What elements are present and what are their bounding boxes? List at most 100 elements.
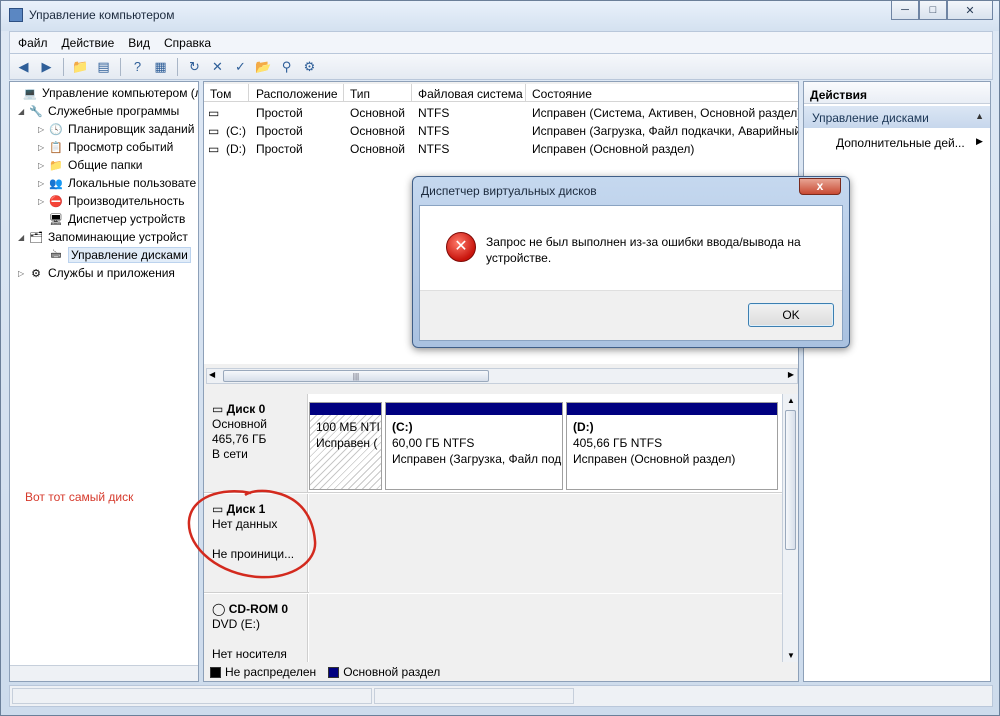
partition-d[interactable]: (D:) 405,66 ГБ NTFS Исправен (Основной р… <box>566 402 778 490</box>
expand-arrow-icon[interactable]: ▷ <box>38 161 48 170</box>
collapse-arrow-icon[interactable]: ◢ <box>18 233 28 242</box>
volume-status: Исправен (Загрузка, Файл подкачки, Авари… <box>532 124 798 138</box>
partition-status: Исправен (Загрузка, Файл под <box>392 452 562 466</box>
partition-system-reserved[interactable]: 100 МБ NTI Исправен ( <box>309 402 382 490</box>
back-arrow-icon[interactable]: ◀ <box>14 57 33 76</box>
expand-arrow-icon[interactable]: ▷ <box>38 179 48 188</box>
volume-drive-icon: ▭ <box>208 124 220 138</box>
maximize-button[interactable]: □ <box>919 1 947 20</box>
close-button[interactable]: ✕ <box>947 1 993 20</box>
cdrom-0-drive: DVD (E:) <box>212 617 260 631</box>
tree-item-task-scheduler[interactable]: ▷ 🕓 Планировщик заданий <box>38 120 194 138</box>
volume-name[interactable]: (D:) <box>226 142 246 156</box>
partition-size: 60,00 ГБ NTFS <box>392 436 475 450</box>
tools-icon: 🔧 <box>29 105 43 118</box>
tree-item-storage[interactable]: ◢ 🗂 Запоминающие устройст <box>18 228 188 246</box>
menu-file[interactable]: Файл <box>18 36 48 50</box>
delete-icon[interactable]: ✕ <box>208 57 227 76</box>
legend-primary-swatch <box>328 666 340 678</box>
services-icon: ⚙ <box>31 267 41 280</box>
cdrom-0-label[interactable]: ◯ CD-ROM 0 DVD (E:) Нет носителя <box>204 594 308 662</box>
tree-item-local-users[interactable]: ▷ 👥 Локальные пользовате <box>38 174 196 192</box>
volume-list-horizontal-scrollbar[interactable]: ◀ ||| ▶ <box>206 368 798 384</box>
volume-type: Основной <box>350 142 406 156</box>
volume-filesystem: NTFS <box>418 124 450 138</box>
partition-letter: (C:) <box>392 420 413 434</box>
minimize-button[interactable]: ─ <box>891 1 919 20</box>
scroll-up-icon[interactable]: ▲ <box>787 396 795 405</box>
menu-action[interactable]: Действие <box>62 36 115 50</box>
help-icon[interactable]: ? <box>128 57 147 76</box>
more-actions-item[interactable]: Дополнительные дей... ▶ <box>836 136 983 150</box>
check-icon[interactable]: ✓ <box>231 57 250 76</box>
disk-icon: ▭ <box>212 402 227 416</box>
show-tree-icon[interactable]: ▤ <box>94 57 113 76</box>
expand-arrow-icon[interactable]: ▷ <box>38 125 48 134</box>
column-header-status[interactable]: Состояние <box>532 87 592 101</box>
cdrom-0-row: ◯ CD-ROM 0 DVD (E:) Нет носителя <box>204 594 782 662</box>
scroll-down-icon[interactable]: ▼ <box>787 651 795 660</box>
tree-item-performance[interactable]: ▷ ⛔ Производительность <box>38 192 184 210</box>
expand-arrow-icon[interactable]: ▷ <box>38 143 48 152</box>
partition-c[interactable]: (C:) 60,00 ГБ NTFS Исправен (Загрузка, Ф… <box>385 402 563 490</box>
tree-item-disk-management[interactable]: 🖮 Управление дисками <box>38 246 191 264</box>
tree-item-device-manager[interactable]: 🖥 Диспетчер устройств <box>38 210 185 228</box>
annotation-circle <box>187 489 317 579</box>
column-header-type[interactable]: Тип <box>350 87 370 101</box>
disk-0-name: Диск 0 <box>226 402 266 416</box>
expand-arrow-icon[interactable]: ▷ <box>38 197 48 206</box>
open-folder-icon[interactable]: 📂 <box>254 57 273 76</box>
dialog-title: Диспетчер виртуальных дисков <box>421 184 597 198</box>
collapse-arrow-icon[interactable]: ◢ <box>18 107 28 116</box>
dialog-close-button[interactable]: x <box>799 178 841 195</box>
partition-status: Исправен ( <box>316 436 378 450</box>
users-icon: 👥 <box>49 177 63 190</box>
column-header-volume[interactable]: Том <box>210 87 231 101</box>
expand-arrow-icon[interactable]: ▷ <box>18 269 28 278</box>
cdrom-0-name: CD-ROM 0 <box>228 602 289 616</box>
disk-view-vertical-scrollbar[interactable]: ▲ ▼ <box>782 394 798 662</box>
volume-drive-icon: ▭ <box>208 106 220 120</box>
disk-0-type: Основной <box>212 417 268 431</box>
actions-pane: Действия Управление дисками ▲ Дополнител… <box>803 81 991 682</box>
error-icon: ✕ <box>446 232 476 262</box>
actions-section-label: Управление дисками <box>812 111 929 125</box>
tree-item-system-tools[interactable]: ◢ 🔧 Служебные программы <box>18 102 179 120</box>
volume-name[interactable]: (C:) <box>226 124 246 138</box>
horizontal-scrollbar[interactable] <box>10 665 198 681</box>
clock-icon: 🕓 <box>49 123 63 136</box>
disk-0-size: 465,76 ГБ <box>212 432 267 446</box>
collapse-up-icon[interactable]: ▲ <box>975 111 984 121</box>
column-header-filesystem[interactable]: Файловая система <box>418 87 523 101</box>
up-folder-icon[interactable]: 📁 <box>71 57 90 76</box>
scroll-left-icon[interactable]: ◀ <box>209 370 215 379</box>
column-header-layout[interactable]: Расположение <box>256 87 338 101</box>
properties-pane-icon[interactable]: ▦ <box>151 57 170 76</box>
menu-help[interactable]: Справка <box>164 36 211 50</box>
refresh-icon[interactable]: ↻ <box>185 57 204 76</box>
tree-item-shared-folders[interactable]: ▷ 📁 Общие папки <box>38 156 142 174</box>
ok-button[interactable]: OK <box>748 303 834 327</box>
search-icon[interactable]: ⚲ <box>277 57 296 76</box>
partition-status: Исправен (Основной раздел) <box>573 452 736 466</box>
volume-drive-icon: ▭ <box>208 142 220 156</box>
tree-item-computer-management[interactable]: 💻 Управление компьютером (л <box>12 84 198 102</box>
disk-management-icon: 🖮 <box>50 248 62 261</box>
scroll-right-icon[interactable]: ▶ <box>788 370 794 379</box>
more-actions-label: Дополнительные дей... <box>836 136 965 150</box>
tree-item-services[interactable]: ▷ ⚙ Службы и приложения <box>18 264 175 282</box>
disk-0-label[interactable]: ▭ Диск 0 Основной 465,76 ГБ В сети <box>204 394 308 492</box>
cdrom-0-status: Нет носителя <box>212 647 287 661</box>
tree-item-event-viewer[interactable]: ▷ 📋 Просмотр событий <box>38 138 173 156</box>
computer-management-icon <box>9 8 23 22</box>
performance-icon: ⛔ <box>49 195 63 208</box>
volume-layout: Простой <box>256 106 303 120</box>
volume-list-header: Том Расположение Тип Файловая система Со… <box>204 84 798 102</box>
menu-view[interactable]: Вид <box>128 36 150 50</box>
partition-size: 405,66 ГБ NTFS <box>573 436 663 450</box>
scrollbar-thumb[interactable] <box>785 410 796 550</box>
actions-section-disk-management[interactable]: Управление дисками ▲ <box>804 106 990 128</box>
settings-icon[interactable]: ⚙ <box>300 57 319 76</box>
forward-arrow-icon[interactable]: ▶ <box>37 57 56 76</box>
scrollbar-thumb[interactable]: ||| <box>223 370 489 382</box>
